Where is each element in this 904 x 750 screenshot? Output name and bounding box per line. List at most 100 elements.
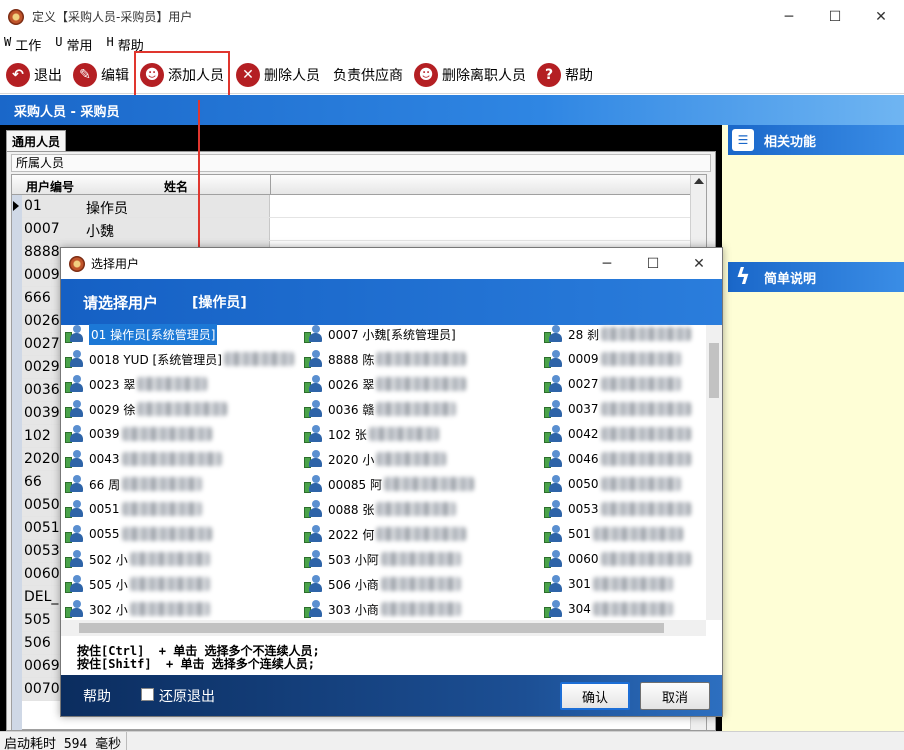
user-label: 0042 xyxy=(568,427,599,441)
redacted-text xyxy=(376,527,467,541)
user-list-item[interactable]: 501 xyxy=(544,522,683,546)
dialog-minimize-button[interactable]: ─ xyxy=(584,248,630,279)
user-label: 28 刹 xyxy=(568,327,600,342)
column-header-user-code[interactable]: 用户编号 xyxy=(26,178,74,195)
scroll-up-icon[interactable] xyxy=(694,178,704,184)
user-list-item[interactable]: 505 小 xyxy=(65,572,210,596)
delete-resigned-button[interactable]: ☻ 删除离职人员 xyxy=(408,59,531,91)
user-list-item[interactable]: 503 小阿 xyxy=(304,547,461,571)
table-row[interactable]: 01 操作员 xyxy=(13,195,692,218)
redacted-text xyxy=(380,552,461,566)
user-computer-icon xyxy=(544,399,564,419)
exit-button[interactable]: ↶ 退出 xyxy=(0,59,67,91)
minimize-button[interactable]: ─ xyxy=(766,0,812,33)
dialog-maximize-button[interactable]: ☐ xyxy=(630,248,676,279)
edit-button[interactable]: ✎ 编辑 xyxy=(67,59,134,91)
user-list-item[interactable]: 0036 赣 xyxy=(304,397,457,421)
user-list-item[interactable]: 00085 阿 xyxy=(304,472,474,496)
user-code-cell: 0060 xyxy=(24,566,60,582)
user-list-item[interactable]: 0007 小魏[系统管理员] xyxy=(304,322,456,346)
user-list-item[interactable]: 0026 翠 xyxy=(304,372,467,396)
user-label: 0036 赣 xyxy=(328,402,375,417)
lightning-icon: ϟ xyxy=(735,264,751,290)
cancel-button[interactable]: 取消 xyxy=(640,682,710,710)
redacted-text xyxy=(122,477,203,491)
user-list-item[interactable]: 0009 xyxy=(544,347,681,371)
app-icon xyxy=(8,8,24,25)
user-list-item[interactable]: 0088 张 xyxy=(304,497,457,521)
user-list-item[interactable]: 0060 xyxy=(544,547,691,571)
user-label: 0043 xyxy=(89,452,120,466)
maximize-button[interactable]: ☐ xyxy=(812,0,858,33)
user-list-item[interactable]: 0018 YUD [系统管理员] xyxy=(65,347,294,371)
user-list-item[interactable]: 0051 xyxy=(65,497,202,521)
scroll-thumb[interactable] xyxy=(79,623,664,633)
user-list-item[interactable]: 0027 xyxy=(544,372,681,396)
user-label: 0018 YUD [系统管理员] xyxy=(89,352,222,367)
user-list-item[interactable]: 2022 何 xyxy=(304,522,467,546)
user-list-item[interactable]: 102 张 xyxy=(304,422,439,446)
user-list-item[interactable]: 301 xyxy=(544,572,673,596)
user-list-item[interactable]: 304 xyxy=(544,597,673,621)
user-list-item[interactable]: 506 小商 xyxy=(304,572,461,596)
user-code-cell: 0039 xyxy=(24,405,60,421)
user-list-item[interactable]: 2020 小 xyxy=(304,447,447,471)
list-icon: ☰ xyxy=(732,129,754,151)
column-header-name[interactable]: 姓名 xyxy=(164,178,188,195)
user-list-item[interactable]: 8888 陈 xyxy=(304,347,467,371)
user-computer-icon xyxy=(544,499,564,519)
user-computer-icon xyxy=(65,374,85,394)
dialog-close-button[interactable]: ✕ xyxy=(676,248,722,279)
user-label: 505 小 xyxy=(89,577,128,592)
user-list-item[interactable]: 0053 xyxy=(544,497,691,521)
group-caption: 所属人员 xyxy=(11,154,711,172)
user-list-item[interactable]: 0037 xyxy=(544,397,691,421)
user-list-item[interactable]: 0050 xyxy=(544,472,681,496)
redacted-text xyxy=(137,377,208,391)
user-list-item[interactable]: 0029 徐 xyxy=(65,397,228,421)
user-list-item[interactable]: 302 小 xyxy=(65,597,210,621)
close-button[interactable]: ✕ xyxy=(858,0,904,33)
redacted-text xyxy=(129,602,210,616)
user-list-item[interactable]: 0039 xyxy=(65,422,212,446)
user-label: 0060 xyxy=(568,552,599,566)
user-code-cell: 506 xyxy=(24,635,51,651)
user-computer-icon xyxy=(544,474,564,494)
restore-exit-checkbox[interactable] xyxy=(141,688,154,701)
user-list-item[interactable]: 303 小商 xyxy=(304,597,461,621)
user-list-item[interactable]: 0046 xyxy=(544,447,691,471)
scroll-thumb[interactable] xyxy=(709,343,719,398)
menu-work[interactable]: W 工作 xyxy=(4,35,41,54)
user-list-item[interactable]: 28 刹 xyxy=(544,322,692,346)
user-list-horizontal-scrollbar[interactable] xyxy=(61,620,706,636)
restore-exit-label[interactable]: 还原退出 xyxy=(159,686,215,706)
user-code-cell: 01 xyxy=(24,198,42,214)
user-list-item[interactable]: 0023 翠 xyxy=(65,372,208,396)
user-computer-icon xyxy=(65,324,85,344)
user-label: 303 小商 xyxy=(328,602,379,617)
user-list-item[interactable]: 0043 xyxy=(65,447,222,471)
user-list-item[interactable]: 01 操作员[系统管理员] xyxy=(65,322,218,346)
user-list-item[interactable]: 0055 xyxy=(65,522,212,546)
menu-common[interactable]: U 常用 xyxy=(55,35,92,54)
select-user-dialog: 选择用户 ─ ☐ ✕ 请选择用户 [操作员] 01 操作员[系统管理员] 0007… xyxy=(60,247,723,717)
confirm-button[interactable]: 确认 xyxy=(560,682,630,710)
user-list-item[interactable]: 0042 xyxy=(544,422,691,446)
brief-description-header: ϟ 简单说明 xyxy=(728,262,904,292)
help-button[interactable]: ? 帮助 xyxy=(531,59,598,91)
user-code-cell: DEL_ xyxy=(24,589,59,605)
responsible-supplier-button[interactable]: 负责供应商 xyxy=(325,59,408,91)
user-code-cell: 66 xyxy=(24,474,42,490)
add-person-button[interactable]: ☻ 添加人员 xyxy=(134,50,230,99)
delete-person-button[interactable]: ✕ 删除人员 xyxy=(230,59,325,91)
table-row[interactable]: 0007 小魏 xyxy=(22,218,692,241)
user-list-vertical-scrollbar[interactable] xyxy=(706,325,722,620)
user-list-item[interactable]: 66 周 xyxy=(65,472,203,496)
user-list[interactable]: 01 操作员[系统管理员] 0007 小魏[系统管理员] 28 刹 0018 YUD … xyxy=(61,322,722,621)
user-label: 102 张 xyxy=(328,427,367,442)
tab-general-staff[interactable]: 通用人员 xyxy=(6,130,66,152)
dialog-help-link[interactable]: 帮助 xyxy=(83,686,111,706)
user-computer-icon xyxy=(65,549,85,569)
user-list-item[interactable]: 502 小 xyxy=(65,547,210,571)
redacted-text xyxy=(592,577,673,591)
